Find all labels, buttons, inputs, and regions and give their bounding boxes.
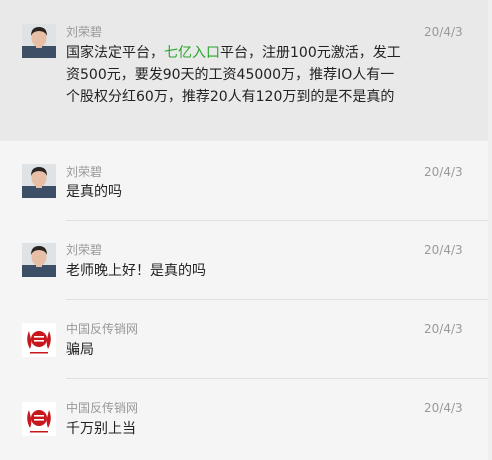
sender-name: 刘荣碧 — [66, 165, 103, 179]
message-date: 20/4/3 — [424, 322, 463, 336]
avatar[interactable] — [22, 243, 56, 277]
message-text: 老师晚上好！是真的吗 — [66, 263, 206, 279]
sender-name: 刘荣碧 — [66, 25, 103, 39]
message-date: 20/4/3 — [424, 243, 463, 257]
message-item[interactable]: 刘荣碧 20/4/3 老师晚上好！是真的吗 — [0, 221, 488, 299]
avatar[interactable] — [22, 24, 56, 58]
message-text: 是真的吗 — [66, 184, 122, 200]
message-date: 20/4/3 — [424, 165, 463, 179]
highlight-link[interactable]: 七亿入口 — [164, 45, 220, 61]
message-item[interactable]: 中国反传销网 20/4/3 骗局 — [0, 300, 488, 379]
sender-name: 刘荣碧 — [66, 243, 103, 257]
message-item[interactable]: 中国反传销网 20/4/3 千万别上当 — [0, 379, 488, 460]
message-text-part: 国家法定平台， — [66, 45, 164, 61]
sender-name: 中国反传销网 — [66, 322, 139, 336]
message-text: 千万别上当 — [66, 421, 136, 437]
message-item[interactable]: 刘荣碧 20/4/3 是真的吗 — [0, 141, 488, 221]
message-item[interactable]: 刘荣碧 20/4/3 国家法定平台，七亿入口平台，注册100元激活，发工资500… — [0, 0, 488, 141]
message-list: 刘荣碧 20/4/3 国家法定平台，七亿入口平台，注册100元激活，发工资500… — [0, 0, 492, 460]
message-text: 骗局 — [66, 342, 94, 358]
message-date: 20/4/3 — [424, 25, 463, 39]
anti-mlm-seal-icon — [22, 402, 56, 436]
message-text: 国家法定平台，七亿入口平台，注册100元激活，发工资500元，要发90天的工资4… — [66, 42, 406, 108]
scrollbar-track[interactable] — [488, 0, 492, 460]
avatar[interactable] — [22, 323, 56, 357]
anti-mlm-seal-icon — [22, 323, 56, 357]
avatar[interactable] — [22, 402, 56, 436]
sender-name: 中国反传销网 — [66, 401, 139, 415]
message-date: 20/4/3 — [424, 401, 463, 415]
avatar[interactable] — [22, 164, 56, 198]
